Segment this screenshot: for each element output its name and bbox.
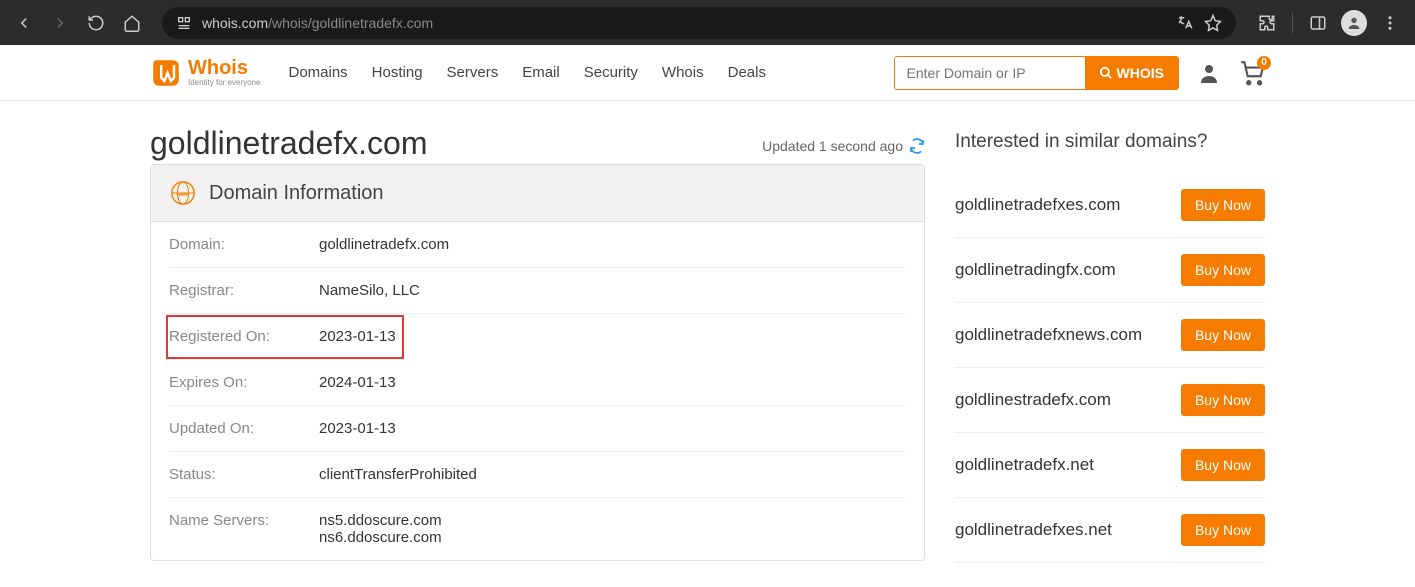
svg-text:www: www bbox=[175, 192, 190, 198]
whois-search: WHOIS bbox=[894, 56, 1179, 90]
url-path: /whois/goldlinetradefx.com bbox=[268, 15, 433, 31]
main-content: goldlinetradefx.com Updated 1 second ago… bbox=[150, 125, 925, 563]
refresh-icon[interactable] bbox=[909, 138, 925, 154]
info-row-expires-on: Expires On: 2024-01-13 bbox=[169, 360, 906, 406]
card-header: www Domain Information bbox=[151, 165, 924, 222]
browser-chrome: whois.com/whois/goldlinetradefx.com bbox=[0, 0, 1415, 45]
info-row-domain: Domain: goldlinetradefx.com bbox=[169, 222, 906, 268]
sidebar-title: Interested in similar domains? bbox=[955, 131, 1265, 153]
info-row-registrar: Registrar: NameSilo, LLC bbox=[169, 268, 906, 314]
similar-domains-sidebar: Interested in similar domains? goldlinet… bbox=[955, 125, 1265, 563]
cart-icon[interactable]: 0 bbox=[1239, 60, 1265, 86]
buy-now-button[interactable]: Buy Now bbox=[1181, 514, 1265, 546]
info-label: Expires On: bbox=[169, 374, 319, 391]
buy-now-button[interactable]: Buy Now bbox=[1181, 254, 1265, 286]
nav-deals[interactable]: Deals bbox=[728, 64, 766, 81]
translate-icon[interactable] bbox=[1176, 14, 1194, 32]
card-title: Domain Information bbox=[209, 182, 384, 205]
back-button[interactable] bbox=[10, 9, 38, 37]
info-label: Registrar: bbox=[169, 282, 319, 299]
similar-domain-item: goldlinestradefx.com Buy Now bbox=[955, 368, 1265, 433]
nameserver-value: ns5.ddoscure.com bbox=[319, 512, 442, 529]
extensions-icon[interactable] bbox=[1252, 8, 1282, 38]
nav-servers[interactable]: Servers bbox=[447, 64, 499, 81]
info-row-registered-on: Registered On: 2023-01-13 bbox=[165, 314, 405, 360]
similar-domain-item: goldlinetradefx.net Buy Now bbox=[955, 433, 1265, 498]
info-label: Name Servers: bbox=[169, 512, 319, 546]
buy-now-button[interactable]: Buy Now bbox=[1181, 384, 1265, 416]
buy-now-button[interactable]: Buy Now bbox=[1181, 449, 1265, 481]
info-value: 2023-01-13 bbox=[319, 420, 396, 437]
nav-email[interactable]: Email bbox=[522, 64, 560, 81]
url-bar[interactable]: whois.com/whois/goldlinetradefx.com bbox=[162, 7, 1236, 39]
similar-domain-name: goldlinestradefx.com bbox=[955, 390, 1111, 410]
forward-button[interactable] bbox=[46, 9, 74, 37]
sidepanel-icon[interactable] bbox=[1303, 8, 1333, 38]
buy-now-button[interactable]: Buy Now bbox=[1181, 189, 1265, 221]
profile-button[interactable] bbox=[1339, 8, 1369, 38]
info-value[interactable]: clientTransferProhibited bbox=[319, 466, 477, 483]
search-button-label: WHOIS bbox=[1117, 65, 1164, 81]
info-value: 2024-01-13 bbox=[319, 374, 396, 391]
logo-subtext: Identity for everyone bbox=[188, 78, 260, 87]
info-label: Updated On: bbox=[169, 420, 319, 437]
similar-domain-name: goldlinetradefxnews.com bbox=[955, 325, 1142, 345]
similar-domain-name: goldlinetradingfx.com bbox=[955, 260, 1116, 280]
search-icon bbox=[1099, 66, 1113, 80]
buy-now-button[interactable]: Buy Now bbox=[1181, 319, 1265, 351]
info-value: 2023-01-13 bbox=[319, 328, 396, 345]
info-value: NameSilo, LLC bbox=[319, 282, 420, 299]
info-label: Registered On: bbox=[169, 328, 319, 345]
www-icon: www bbox=[169, 179, 197, 207]
home-button[interactable] bbox=[118, 9, 146, 37]
similar-domain-name: goldlinetradefx.net bbox=[955, 455, 1094, 475]
account-icon[interactable] bbox=[1197, 61, 1221, 85]
bookmark-icon[interactable] bbox=[1204, 14, 1222, 32]
similar-domain-name: goldlinetradefxes.com bbox=[955, 195, 1120, 215]
similar-domain-name: goldlinetradefxes.net bbox=[955, 520, 1112, 540]
logo[interactable]: Whois Identity for everyone bbox=[150, 57, 260, 89]
similar-domain-item: goldlinetradefxes.com Buy Now bbox=[955, 173, 1265, 238]
nav-whois[interactable]: Whois bbox=[662, 64, 704, 81]
similar-domain-item: goldlinetradefxnews.com Buy Now bbox=[955, 303, 1265, 368]
site-header: Whois Identity for everyone Domains Host… bbox=[0, 45, 1415, 101]
similar-domain-item: goldlinetradingfx.com Buy Now bbox=[955, 238, 1265, 303]
nav-hosting[interactable]: Hosting bbox=[372, 64, 423, 81]
info-label: Status: bbox=[169, 466, 319, 483]
logo-icon bbox=[150, 57, 182, 89]
info-row-status: Status: clientTransferProhibited bbox=[169, 452, 906, 498]
similar-domain-item: goldlinetradefxes.net Buy Now bbox=[955, 498, 1265, 563]
updated-text: Updated 1 second ago bbox=[762, 138, 903, 154]
reload-button[interactable] bbox=[82, 9, 110, 37]
nav-security[interactable]: Security bbox=[584, 64, 638, 81]
info-value: goldlinetradefx.com bbox=[319, 236, 449, 253]
cart-badge: 0 bbox=[1257, 56, 1271, 70]
domain-info-card: www Domain Information Domain: goldlinet… bbox=[150, 164, 925, 561]
nav-domains[interactable]: Domains bbox=[288, 64, 347, 81]
url-host: whois.com bbox=[202, 15, 268, 31]
divider bbox=[1292, 13, 1293, 33]
chrome-menu-icon[interactable] bbox=[1375, 8, 1405, 38]
info-row-updated-on: Updated On: 2023-01-13 bbox=[169, 406, 906, 452]
search-input[interactable] bbox=[895, 57, 1085, 89]
info-row-nameservers: Name Servers: ns5.ddoscure.com ns6.ddosc… bbox=[169, 498, 906, 560]
main-nav: Domains Hosting Servers Email Security W… bbox=[288, 64, 765, 81]
site-settings-icon[interactable] bbox=[176, 15, 192, 31]
info-label: Domain: bbox=[169, 236, 319, 253]
search-button[interactable]: WHOIS bbox=[1085, 57, 1178, 89]
logo-text: Whois bbox=[188, 58, 260, 78]
